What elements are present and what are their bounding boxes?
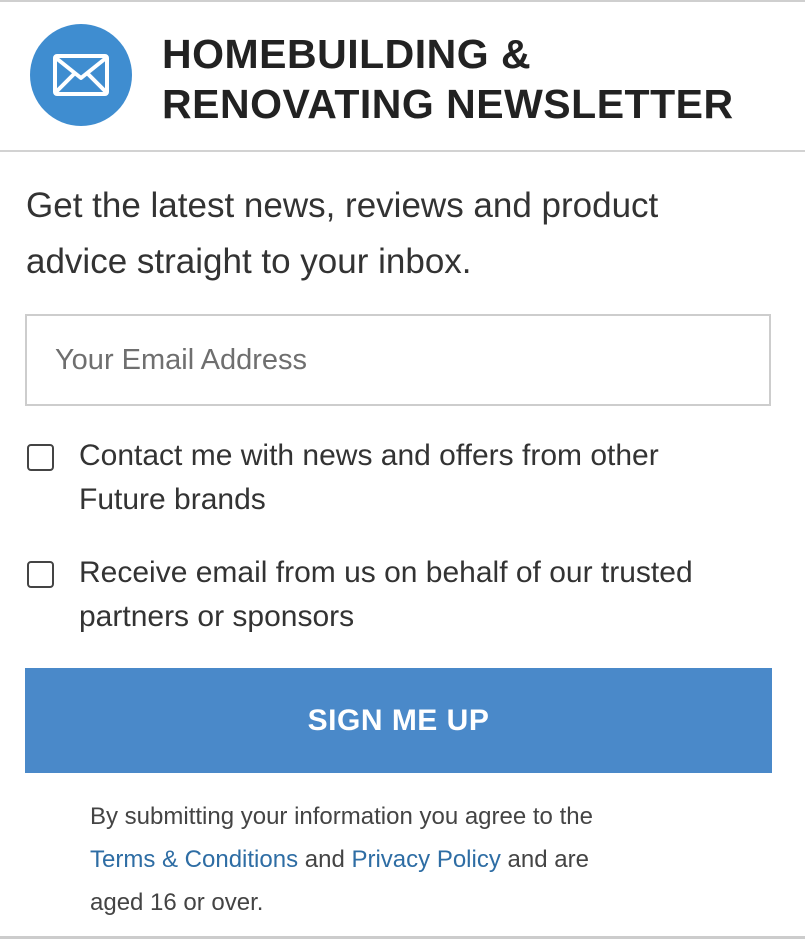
consent-other-brands-label-line-1: Contact me with news and offers from oth… (79, 439, 659, 472)
newsletter-signup-widget: HOMEBUILDING & RENOVATING NEWSLETTER Get… (0, 0, 805, 941)
sign-up-button[interactable]: SIGN ME UP (25, 668, 772, 773)
envelope-icon (30, 24, 132, 126)
consent-partners-label[interactable]: Receive email from us on behalf of our t… (79, 551, 779, 639)
consent-partners-label-line-2: partners or sponsors (79, 600, 355, 633)
envelope-glyph (53, 54, 109, 96)
consent-other-brands-label[interactable]: Contact me with news and offers from oth… (79, 434, 779, 522)
description-line-1: Get the latest news, reviews and product (26, 186, 659, 225)
legal-notice-line-1: By submitting your information you agree… (90, 803, 593, 830)
email-field[interactable] (25, 314, 771, 406)
legal-tail-text: and are (507, 846, 589, 873)
terms-conditions-link[interactable]: Terms & Conditions (90, 846, 298, 873)
description-line-2: advice straight to your inbox. (26, 242, 472, 281)
legal-notice-line-2: Terms & Conditions and Privacy Policy an… (90, 838, 730, 881)
newsletter-header: HOMEBUILDING & RENOVATING NEWSLETTER (0, 2, 805, 152)
legal-notice: By submitting your information you agree… (90, 795, 730, 924)
consent-partners-label-line-1: Receive email from us on behalf of our t… (79, 556, 693, 589)
consent-other-brands-checkbox[interactable] (27, 444, 54, 471)
bottom-divider (0, 936, 805, 939)
legal-notice-line-3: aged 16 or over. (90, 889, 264, 916)
newsletter-description: Get the latest news, reviews and product… (26, 178, 786, 290)
header-divider (0, 150, 805, 152)
newsletter-title-line-2: RENOVATING NEWSLETTER (162, 81, 734, 127)
consent-other-brands-label-line-2: Future brands (79, 483, 266, 516)
consent-partners-checkbox[interactable] (27, 561, 54, 588)
newsletter-title: HOMEBUILDING & RENOVATING NEWSLETTER (162, 29, 782, 129)
newsletter-title-line-1: HOMEBUILDING & (162, 31, 532, 77)
privacy-policy-link[interactable]: Privacy Policy (351, 846, 500, 873)
legal-and-text: and (304, 846, 345, 873)
